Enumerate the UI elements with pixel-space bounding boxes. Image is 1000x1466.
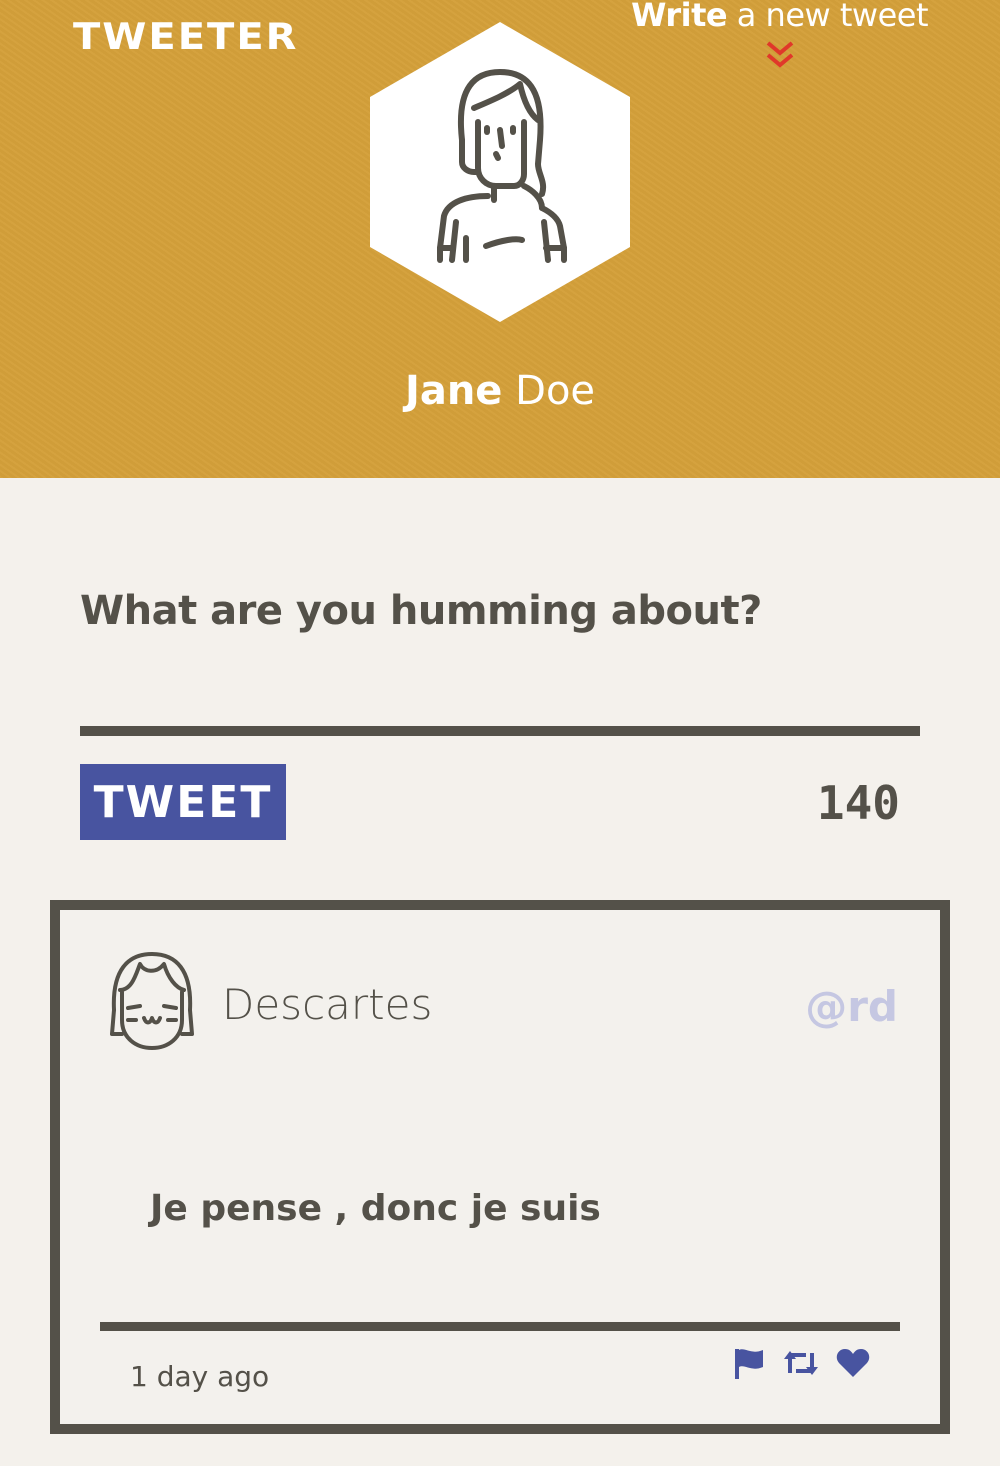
heart-icon [836, 1349, 870, 1377]
tweet-body: Je pense , donc je suis [150, 1188, 601, 1229]
app-logo[interactable]: TWEETER [73, 16, 298, 58]
double-chevron-down-icon [766, 41, 793, 68]
flag-icon [735, 1349, 763, 1379]
character-counter: 140 [816, 776, 900, 830]
smiling-face-avatar-icon [110, 952, 194, 1050]
profile-name: Jane Doe [0, 368, 1000, 414]
profile-avatar [370, 22, 630, 322]
tweet-divider [100, 1322, 900, 1331]
tweet-button[interactable]: TWEET [80, 764, 286, 840]
tweet-actions [732, 1346, 870, 1380]
compose-toggle-bold: Write [631, 0, 728, 34]
last-name: Doe [502, 368, 596, 414]
flag-button[interactable] [732, 1346, 766, 1380]
tweet-author: Descartes [222, 980, 433, 1029]
write-new-tweet-toggle[interactable]: Write a new tweet [631, 0, 929, 68]
tweet-handle[interactable]: @rd [805, 982, 898, 1031]
first-name: Jane [404, 368, 503, 414]
profile-header: TWEETER Write a new tweet Jane Doe [0, 0, 1000, 478]
tweet-timestamp: 1 day ago [130, 1360, 270, 1393]
like-button[interactable] [836, 1346, 870, 1380]
compose-toggle-rest: a new tweet [727, 0, 929, 34]
retweet-button[interactable] [784, 1346, 818, 1380]
tweet-card: Descartes @rd Je pense , donc je suis 1 … [50, 900, 950, 1434]
tweet-text-input[interactable] [80, 650, 920, 736]
composer-prompt: What are you humming about? [80, 588, 762, 634]
retweet-icon [784, 1351, 818, 1375]
